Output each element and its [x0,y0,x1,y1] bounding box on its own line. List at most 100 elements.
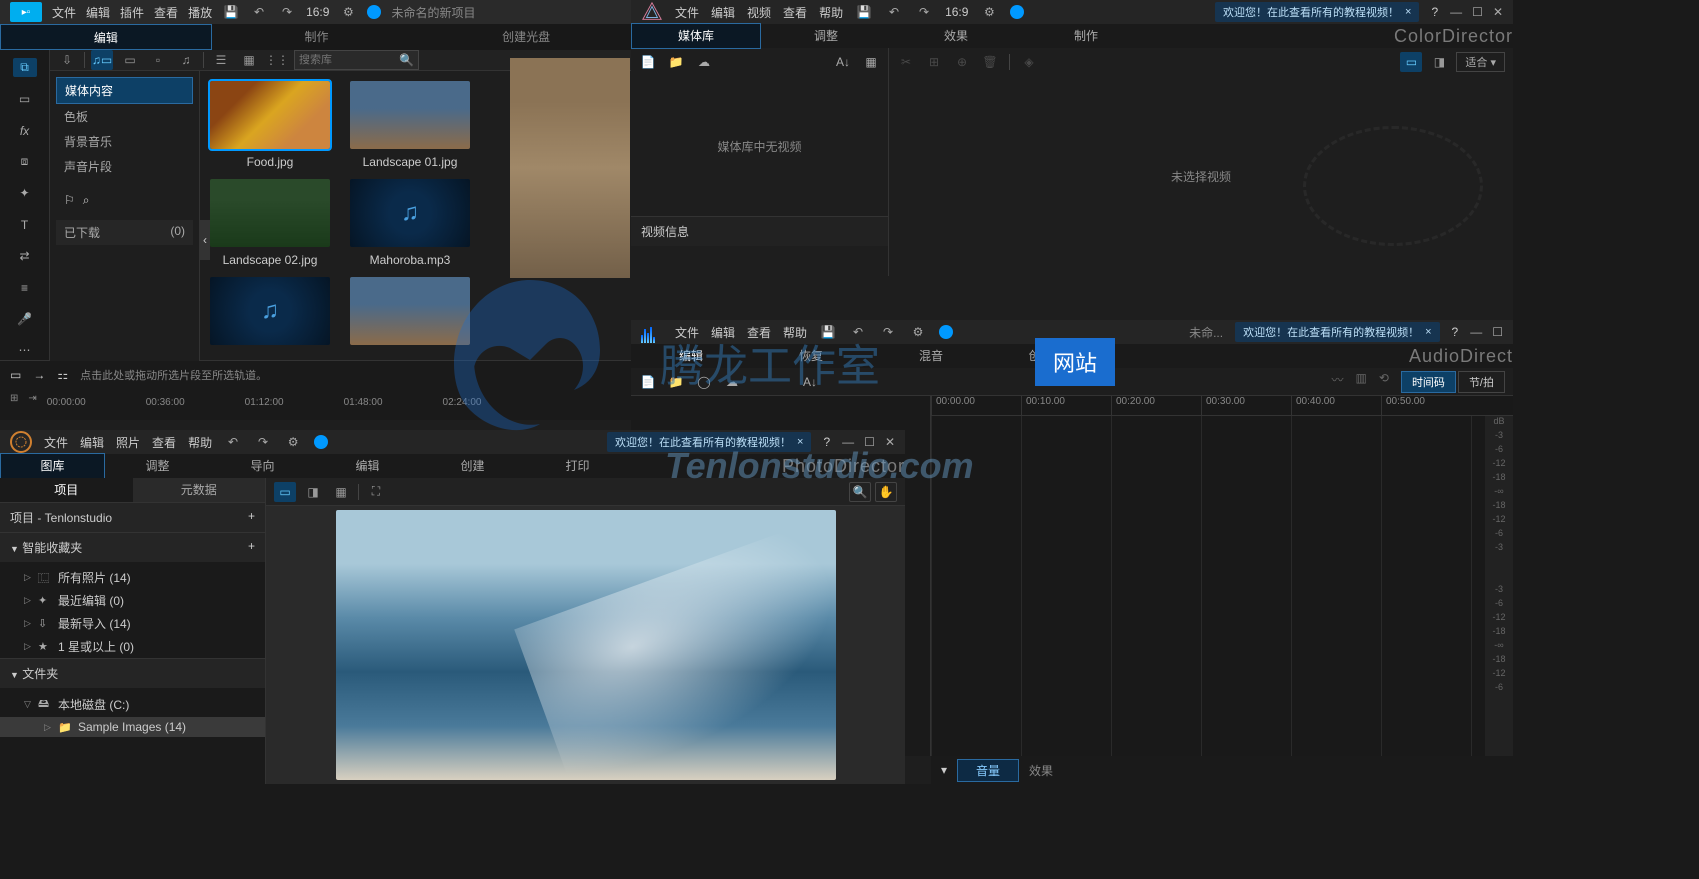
menu-view[interactable]: 查看 [783,4,807,21]
subtab-metadata[interactable]: 元数据 [133,478,266,502]
filter-video-icon[interactable]: ▭ [119,50,141,70]
nav-bg-music[interactable]: 背景音乐 [56,129,193,154]
split-icon[interactable]: ⊞ [925,53,943,71]
effects-label[interactable]: 效果 [1029,762,1053,779]
tab-edit[interactable]: 编辑 [0,24,212,50]
list-view-icon[interactable]: ☰ [210,50,232,70]
merge-icon[interactable]: ⊕ [953,53,971,71]
menu-file[interactable]: 文件 [44,434,68,451]
view-compare-icon[interactable]: ◨ [1428,52,1450,72]
menu-file[interactable]: 文件 [675,324,699,341]
settings-icon[interactable]: ⚙ [284,433,302,451]
tree-all-photos[interactable]: ▷⿺所有照片 (14) [0,566,265,589]
menu-edit[interactable]: 编辑 [711,324,735,341]
subtab-project[interactable]: 项目 [0,478,133,502]
menu-help[interactable]: 帮助 [783,324,807,341]
thumb-landscape1[interactable] [350,81,470,149]
tutorial-banner[interactable]: 欢迎您！在此查看所有的教程视频！ × [1215,2,1419,22]
tab-library[interactable]: 图库 [0,453,105,479]
tab-media[interactable]: 媒体库 [631,23,761,49]
wave-icon[interactable]: 〰 [1332,371,1344,393]
media-item[interactable]: Landscape 02.jpg [210,179,330,267]
help-icon[interactable]: ? [1452,325,1459,339]
menu-view[interactable]: 查看 [747,324,771,341]
thumb-audio[interactable] [350,179,470,247]
menu-edit[interactable]: 编辑 [80,434,104,451]
maximize-icon[interactable]: ☐ [1492,325,1503,339]
search-box[interactable]: 🔍 [294,50,419,70]
menu-help[interactable]: 帮助 [819,4,843,21]
collapse-handle[interactable]: ‹ [200,220,210,260]
settings-icon[interactable]: ⚙ [909,323,927,341]
close-icon[interactable]: × [1405,6,1411,18]
toggle-beat[interactable]: 节/拍 [1458,371,1505,393]
phd-viewport[interactable] [266,506,905,784]
settings-icon[interactable]: ⚙ [980,3,998,21]
undo-icon[interactable]: ↶ [250,3,268,21]
redo-icon[interactable]: ↷ [879,323,897,341]
import-icon[interactable]: ⇩ [56,50,78,70]
filter-audio-icon[interactable]: ♫ [175,50,197,70]
undo-icon[interactable]: ↶ [224,433,242,451]
detail-view-icon[interactable]: ⋮⋮ [266,50,288,70]
thumb-partial[interactable] [350,277,470,345]
tab-mix[interactable]: 混音 [871,344,991,368]
voice-room-icon[interactable]: 🎤 [13,309,37,328]
loop-icon[interactable]: ⟲ [1379,371,1389,393]
marker-icon[interactable]: ⊞ [10,393,18,404]
title-room-icon[interactable]: T [13,215,37,234]
redo-icon[interactable]: ↷ [915,3,933,21]
nav-sound-clips[interactable]: 声音片段 [56,154,193,179]
tree-recent-edit[interactable]: ▷✦最近编辑 (0) [0,589,265,612]
filter-image-icon[interactable]: ▫ [147,50,169,70]
tag-icon[interactable]: ⚐ [64,193,75,208]
thumb-food[interactable] [210,81,330,149]
sort-icon[interactable]: A↓ [834,53,852,71]
close-icon[interactable]: × [1425,326,1431,338]
single-view-icon[interactable]: ▭ [274,482,296,502]
redo-icon[interactable]: ↷ [278,3,296,21]
add-icon[interactable]: + [248,509,255,526]
media-item[interactable]: Mahoroba.mp3 [350,179,470,267]
minimize-icon[interactable]: — [1470,325,1482,339]
timeline-ruler[interactable]: 00:00:00 00:36:00 01:12:00 01:48:00 02:2… [47,397,482,408]
media-item[interactable] [210,277,330,351]
folders-header[interactable]: ▼ 文件夹 [0,658,265,688]
settings-icon[interactable]: ⚙ [339,3,357,21]
save-icon[interactable]: 💾 [222,3,240,21]
record-icon[interactable]: ◯ [695,373,713,391]
media-room-icon[interactable]: ⧉ [13,58,37,77]
video-info-header[interactable]: 视频信息 [631,216,888,246]
tree-drive-c[interactable]: ▽🖴本地磁盘 (C:) [0,692,265,717]
account-icon[interactable] [367,5,381,19]
transition-room-icon[interactable]: ⇄ [13,246,37,265]
menu-view[interactable]: 查看 [152,434,176,451]
sort-icon[interactable]: A↓ [801,373,819,391]
filter-media-icon[interactable]: ♫▭ [91,50,113,70]
tree-recent-import[interactable]: ▷⇩最新导入 (14) [0,612,265,635]
menu-photo[interactable]: 照片 [116,434,140,451]
menu-view[interactable]: 查看 [154,4,178,21]
clip-room-icon[interactable]: ▭ [13,89,37,108]
cut-icon[interactable]: ✂ [897,53,915,71]
tree-1star[interactable]: ▷★1 星或以上 (0) [0,635,265,658]
delete-icon[interactable]: 🗑 [981,53,999,71]
save-icon[interactable]: 💾 [819,323,837,341]
grid-icon[interactable]: ▦ [862,53,880,71]
close-icon[interactable]: ✕ [1493,5,1503,19]
tab-adjust[interactable]: 调整 [105,454,210,478]
media-item[interactable]: Food.jpg [210,81,330,169]
smart-collections-header[interactable]: ▼ 智能收藏夹 + [0,532,265,562]
tree-sample-images[interactable]: ▷📁Sample Images (14) [0,717,265,737]
import-folder-icon[interactable]: 📁 [667,373,685,391]
nav-downloaded[interactable]: 已下载 (0) [56,220,193,245]
menu-edit[interactable]: 编辑 [711,4,735,21]
account-icon[interactable] [1010,5,1024,19]
menu-video[interactable]: 视频 [747,4,771,21]
grid-view-icon[interactable]: ▦ [330,482,352,502]
redo-icon[interactable]: ↷ [254,433,272,451]
account-icon[interactable] [939,325,953,339]
menu-file[interactable]: 文件 [52,4,76,21]
chapter-room-icon[interactable]: ⋯ [13,341,37,360]
nav-color-boards[interactable]: 色板 [56,104,193,129]
